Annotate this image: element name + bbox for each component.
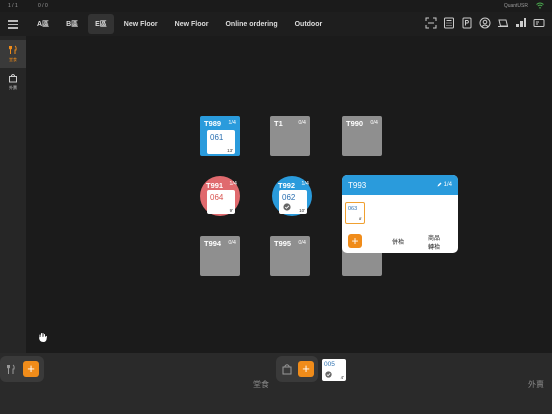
bag-icon <box>9 74 17 83</box>
popup-order-card[interactable]: 063 8' <box>345 202 365 224</box>
takeout-pill: + <box>276 356 318 382</box>
takeout-order-elapsed: 4' <box>340 375 344 380</box>
network-icon[interactable] <box>514 16 528 30</box>
table-detail-popup: T993 1/4 063 8' + 併枱 商品 轉枱 <box>342 175 458 253</box>
table-t990[interactable]: T990 0/4 <box>342 116 382 156</box>
table-name: T995 <box>274 239 292 248</box>
table-seats: 0/4 <box>298 240 306 246</box>
order-card[interactable]: 062 10' <box>279 190 307 214</box>
order-number: 064 <box>210 193 224 202</box>
table-seats: 1/4 <box>229 181 237 187</box>
add-takeout-button[interactable]: + <box>298 361 314 377</box>
popup-header: T993 1/4 <box>342 175 458 195</box>
tab-b-zone[interactable]: B區 <box>59 14 85 34</box>
table-seats: 0/4 <box>298 120 306 126</box>
table-seats: 1/4 <box>301 181 309 187</box>
popup-order-elapsed: 8' <box>359 216 362 221</box>
status-order-count: 0 / 0 <box>38 3 48 9</box>
tab-e-zone[interactable]: E區 <box>88 14 114 34</box>
popup-seats: 1/4 <box>437 182 452 188</box>
table-name: T1 <box>274 119 283 128</box>
wifi-icon <box>536 2 544 9</box>
table-t1[interactable]: T1 0/4 <box>270 116 310 156</box>
menu-icon[interactable] <box>6 17 20 31</box>
display-icon[interactable] <box>532 16 546 30</box>
floor-tabs: A區 B區 E區 New Floor New Floor Online orde… <box>30 14 332 34</box>
table-name: T989 <box>204 119 222 128</box>
sidebar-item-takeout[interactable]: 外賣 <box>0 68 26 96</box>
popup-title: T993 <box>348 181 367 190</box>
dine-in-pill: + <box>0 356 44 382</box>
transfer-table-button[interactable]: 商品 轉枱 <box>428 233 440 251</box>
status-printer-count: 1 / 1 <box>8 3 18 9</box>
order-elapsed: 13' <box>227 148 233 153</box>
utensils-icon <box>7 364 15 374</box>
transfer-label-line1: 商品 <box>428 236 441 242</box>
edit-icon <box>437 182 442 187</box>
table-t991[interactable]: T991 1/4 064 9' <box>200 176 240 216</box>
sidebar: 堂食 外賣 <box>0 36 26 353</box>
order-number: 062 <box>282 193 296 202</box>
table-seats: 1/4 <box>228 120 236 126</box>
tab-online-ordering[interactable]: Online ordering <box>218 16 284 33</box>
table-name: T991 <box>206 181 224 190</box>
popup-order-number: 063 <box>348 206 358 212</box>
utensils-icon <box>9 45 17 54</box>
table-t995[interactable]: T995 0/4 <box>270 236 310 276</box>
parking-icon[interactable] <box>460 16 474 30</box>
user-icon[interactable] <box>478 16 492 30</box>
table-seats: 0/4 <box>228 240 236 246</box>
tab-a-zone[interactable]: A區 <box>30 14 56 34</box>
bag-icon <box>282 364 292 375</box>
sidebar-item-dine-in[interactable]: 堂食 <box>0 40 26 68</box>
scan-icon[interactable] <box>424 16 438 30</box>
popup-add-order-button[interactable]: + <box>348 234 362 248</box>
takeout-label: 外賣 <box>528 380 544 389</box>
popup-seats-value: 1/4 <box>443 182 452 189</box>
hand-icon[interactable] <box>38 332 48 342</box>
order-elapsed: 10' <box>299 208 305 213</box>
check-icon <box>283 203 291 211</box>
top-toolbar <box>420 16 546 30</box>
order-number: 061 <box>210 133 224 142</box>
table-t994[interactable]: T994 0/4 <box>200 236 240 276</box>
add-dine-in-button[interactable]: + <box>23 361 39 377</box>
top-bar: A區 B區 E區 New Floor New Floor Online orde… <box>0 12 552 36</box>
takeout-order-card[interactable]: 005 4' <box>322 359 346 381</box>
tab-new-floor-2[interactable]: New Floor <box>168 16 216 33</box>
status-user: QuantUSR <box>503 3 528 9</box>
status-bar: 1 / 1 0 / 0 QuantUSR <box>0 0 552 12</box>
table-name: T994 <box>204 239 222 248</box>
table-name: T990 <box>346 119 364 128</box>
tab-new-floor-1[interactable]: New Floor <box>117 16 165 33</box>
sidebar-item-takeout-label: 外賣 <box>9 85 17 90</box>
bottom-bar: + 堂食 + 005 4' 外賣 <box>0 353 552 414</box>
order-elapsed: 9' <box>229 208 233 213</box>
calculator-icon[interactable] <box>442 16 456 30</box>
tab-outdoor[interactable]: Outdoor <box>288 16 330 33</box>
dine-in-label: 堂食 <box>253 380 269 389</box>
order-card[interactable]: 061 13' <box>207 130 235 154</box>
table-seats: 0/4 <box>370 120 378 126</box>
transfer-label-line2: 轉枱 <box>428 245 441 251</box>
takeout-order-number: 005 <box>324 361 335 368</box>
table-t992[interactable]: T992 1/4 062 10' <box>272 176 312 216</box>
floor-plan: T989 1/4 061 13' T1 0/4 T990 0/4 T991 1/… <box>26 36 552 353</box>
order-card[interactable]: 064 9' <box>207 190 235 214</box>
table-t989[interactable]: T989 1/4 061 13' <box>200 116 240 156</box>
table-name: T992 <box>278 181 296 190</box>
cash-drawer-icon[interactable] <box>496 16 510 30</box>
merge-table-button[interactable]: 併枱 <box>392 237 404 246</box>
sidebar-item-dine-in-label: 堂食 <box>9 57 17 62</box>
check-icon <box>325 371 332 378</box>
